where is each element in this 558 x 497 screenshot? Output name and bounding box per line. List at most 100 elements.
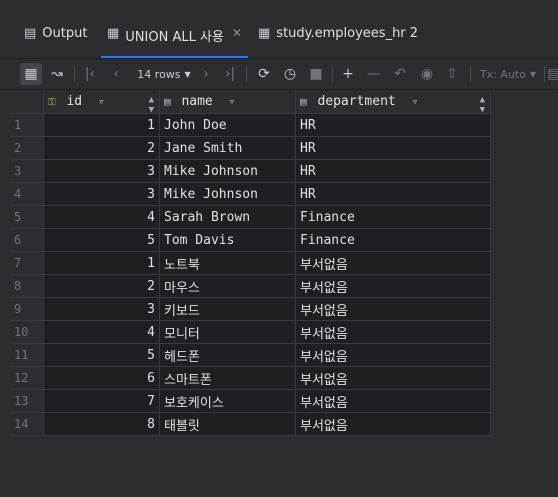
rows-count-label: 14 rows xyxy=(137,67,181,81)
column-header-name[interactable]: ▤ name ▿ xyxy=(159,90,296,114)
tab-label: study.employees_hr 2 xyxy=(276,26,419,41)
table-row[interactable]: 3 3 Mike Johnson HR xyxy=(10,159,491,183)
cell-name[interactable]: 보호케이스 xyxy=(159,389,296,413)
cell-id[interactable]: 7 xyxy=(43,389,160,413)
rows-selector[interactable]: 14 rows ▼ xyxy=(134,63,194,85)
sort-icon[interactable]: ▲ ▼ xyxy=(480,95,485,115)
cell-id[interactable]: 3 xyxy=(43,297,160,321)
cell-department[interactable]: 부서없음 xyxy=(295,389,491,413)
table-row[interactable]: 2 2 Jane Smith HR xyxy=(10,136,491,160)
cell-name[interactable]: 헤드폰 xyxy=(159,343,296,367)
cell-name[interactable]: Tom Davis xyxy=(159,228,296,252)
row-number: 1 xyxy=(10,113,44,137)
cell-id[interactable]: 3 xyxy=(43,159,160,183)
add-row-icon[interactable]: + xyxy=(338,63,358,85)
cell-department[interactable]: HR xyxy=(295,159,491,183)
submit-icon[interactable]: ⇧ xyxy=(442,63,462,85)
cell-name[interactable]: John Doe xyxy=(159,113,296,137)
cell-department[interactable]: 부서없음 xyxy=(295,251,491,275)
cell-department[interactable]: 부서없음 xyxy=(295,297,491,321)
cell-name[interactable]: Sarah Brown xyxy=(159,205,296,229)
row-number: 3 xyxy=(10,159,44,183)
close-icon[interactable]: ✕ xyxy=(232,26,242,40)
cell-name[interactable]: Mike Johnson xyxy=(159,159,296,183)
tab-output[interactable]: ▤ Output xyxy=(24,26,87,58)
cell-id[interactable]: 1 xyxy=(43,251,160,275)
sort-icon[interactable]: ▲ ▼ xyxy=(149,95,154,115)
filter-icon[interactable]: ▿ xyxy=(98,95,105,108)
divider xyxy=(74,66,75,82)
divider xyxy=(470,66,471,82)
table-row[interactable]: 4 3 Mike Johnson HR xyxy=(10,182,491,206)
cell-id[interactable]: 2 xyxy=(43,274,160,298)
divider xyxy=(332,66,333,82)
cell-department[interactable]: 부서없음 xyxy=(295,274,491,298)
next-page-icon[interactable]: › xyxy=(198,63,214,85)
chart-view-icon[interactable]: ↝ xyxy=(46,63,68,85)
cell-id[interactable]: 5 xyxy=(43,228,160,252)
table-row[interactable]: 7 1 노트북 부서없음 xyxy=(10,251,491,275)
column-label: department xyxy=(317,94,396,109)
table-row[interactable]: 9 3 키보드 부서없음 xyxy=(10,297,491,321)
first-page-icon[interactable]: |‹ xyxy=(82,63,98,85)
cell-department[interactable]: 부서없음 xyxy=(295,412,491,436)
cell-id[interactable]: 2 xyxy=(43,136,160,160)
table-row[interactable]: 1 1 John Doe HR xyxy=(10,113,491,137)
row-number: 6 xyxy=(10,228,44,252)
table-row[interactable]: 8 2 마우스 부서없음 xyxy=(10,274,491,298)
cell-id[interactable]: 5 xyxy=(43,343,160,367)
tab-union-all[interactable]: ▦ UNION ALL 사용 ✕ xyxy=(101,26,248,58)
cell-name[interactable]: Jane Smith xyxy=(159,136,296,160)
cell-department[interactable]: 부서없음 xyxy=(295,320,491,344)
table-row[interactable]: 12 6 스마트폰 부서없음 xyxy=(10,366,491,390)
cell-name[interactable]: 태블릿 xyxy=(159,412,296,436)
table-row[interactable]: 11 5 헤드폰 부서없음 xyxy=(10,343,491,367)
cell-department[interactable]: HR xyxy=(295,136,491,160)
cell-id[interactable]: 3 xyxy=(43,182,160,206)
filter-icon[interactable]: ▿ xyxy=(412,95,419,108)
cell-id[interactable]: 4 xyxy=(43,205,160,229)
column-label: id xyxy=(66,94,83,109)
revert-icon[interactable]: ↶ xyxy=(390,63,410,85)
refresh-icon[interactable]: ⟳ xyxy=(254,63,274,85)
column-header-id[interactable]: ⚿ id ▿ ▲ ▼ xyxy=(43,90,160,115)
previous-page-icon[interactable]: ‹ xyxy=(108,63,124,85)
column-header-department[interactable]: ▤ department ▿ ▲ ▼ xyxy=(295,90,491,115)
cell-id[interactable]: 1 xyxy=(43,113,160,137)
cell-department[interactable]: 부서없음 xyxy=(295,343,491,367)
table-row[interactable]: 5 4 Sarah Brown Finance xyxy=(10,205,491,229)
filter-icon[interactable]: ▿ xyxy=(229,95,236,108)
column-icon: ▤ xyxy=(300,95,307,108)
cell-id[interactable]: 4 xyxy=(43,320,160,344)
tab-employees-hr[interactable]: ▦ study.employees_hr 2 xyxy=(258,26,418,58)
table-row[interactable]: 14 8 태블릿 부서없음 xyxy=(10,412,491,436)
grid-view-icon[interactable]: ▦ xyxy=(20,63,42,85)
cell-department[interactable]: Finance xyxy=(295,228,491,252)
cell-name[interactable]: Mike Johnson xyxy=(159,182,296,206)
cell-department[interactable]: HR xyxy=(295,182,491,206)
cell-id[interactable]: 8 xyxy=(43,412,160,436)
cell-name[interactable]: 스마트폰 xyxy=(159,366,296,390)
cell-id[interactable]: 6 xyxy=(43,366,160,390)
table-row[interactable]: 13 7 보호케이스 부서없음 xyxy=(10,389,491,413)
table-row[interactable]: 6 5 Tom Davis Finance xyxy=(10,228,491,252)
cell-name[interactable]: 모니터 xyxy=(159,320,296,344)
preview-icon[interactable]: ◉ xyxy=(416,63,438,85)
table-row[interactable]: 10 4 모니터 부서없음 xyxy=(10,320,491,344)
tx-mode-label: Tx: Auto xyxy=(479,67,526,81)
cell-department[interactable]: HR xyxy=(295,113,491,137)
cell-name[interactable]: 마우스 xyxy=(159,274,296,298)
stop-icon[interactable]: ■ xyxy=(306,63,326,85)
cell-department[interactable]: 부서없음 xyxy=(295,366,491,390)
overflow-icon[interactable]: ▤ xyxy=(547,63,558,85)
cell-department[interactable]: Finance xyxy=(295,205,491,229)
tx-mode-selector[interactable]: Tx: Auto ▼ xyxy=(478,63,538,85)
header-row: ⚿ id ▿ ▲ ▼ ▤ name ▿ ▤ department ▿ ▲ ▼ xyxy=(10,90,491,115)
cell-name[interactable]: 키보드 xyxy=(159,297,296,321)
row-number: 7 xyxy=(10,251,44,275)
editor-tab-bar: ▤ Output ▦ UNION ALL 사용 ✕ ▦ study.employ… xyxy=(0,0,558,59)
delete-row-icon[interactable]: — xyxy=(364,63,384,85)
history-icon[interactable]: ◷ xyxy=(280,63,300,85)
last-page-icon[interactable]: ›| xyxy=(222,63,238,85)
cell-name[interactable]: 노트북 xyxy=(159,251,296,275)
